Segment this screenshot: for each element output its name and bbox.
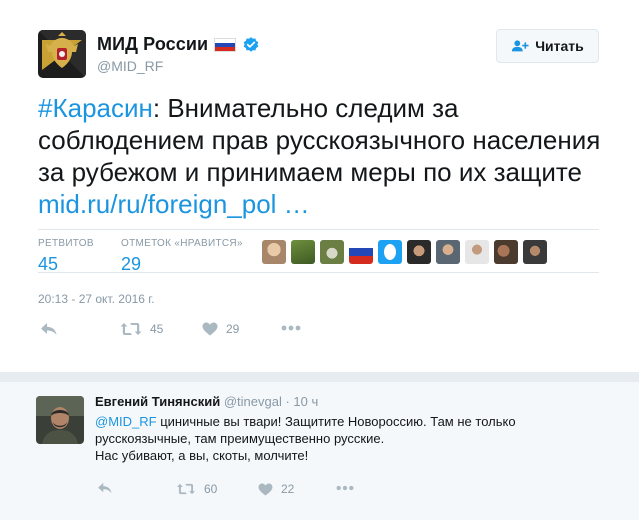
reply-avatar[interactable] (36, 396, 84, 444)
reply-line-1-text: циничные вы твари! Защитите Новороссию. … (156, 414, 516, 429)
reply-line-1: @MID_RF циничные вы твари! Защитите Ново… (95, 413, 615, 430)
likes-stat[interactable]: ОТМЕТОК «НРАВИТСЯ» 29 (121, 238, 243, 273)
liker-avatar[interactable] (349, 240, 373, 264)
account-avatar[interactable] (38, 30, 86, 78)
tweet-timestamp[interactable]: 20:13 - 27 окт. 2016 г. (38, 292, 155, 306)
add-user-icon (512, 40, 529, 52)
account-handle[interactable]: @MID_RF (97, 58, 163, 74)
reply-line-2: русскоязычные, там преимущественно русск… (95, 431, 385, 446)
reply-tweet[interactable]: Евгений Тинянский @tinevgal · 10 ч @MID_… (0, 382, 639, 520)
reply-line-3: Нас убивают, а вы, скоты, молчите! (95, 448, 309, 463)
like-action[interactable]: 29 (202, 322, 239, 336)
reply-like-action[interactable]: 22 (258, 482, 294, 496)
reply-header: Евгений Тинянский @tinevgal · 10 ч (95, 394, 318, 409)
user-photo-icon (36, 396, 84, 444)
liker-avatar[interactable] (320, 240, 344, 264)
reply-more-action[interactable] (336, 485, 354, 491)
retweet-icon (177, 483, 195, 495)
reply-action[interactable] (40, 322, 58, 336)
retweets-label: РЕТВИТОВ (38, 238, 94, 249)
liker-avatar[interactable] (494, 240, 518, 264)
engagement-stats: РЕТВИТОВ 45 ОТМЕТОК «НРАВИТСЯ» 29 (38, 229, 599, 273)
reply-like-count: 22 (281, 482, 295, 496)
liker-avatar[interactable] (262, 240, 286, 264)
likes-count: 29 (121, 254, 142, 274)
retweet-action[interactable]: 45 (120, 322, 163, 336)
more-action[interactable] (281, 325, 301, 331)
more-dots-icon (281, 325, 301, 331)
tweet-text: #Карасин: Внимательно следим за соблюден… (38, 92, 618, 220)
retweets-stat[interactable]: РЕТВИТОВ 45 (38, 238, 94, 273)
verified-badge-icon (243, 36, 259, 52)
retweet-icon (120, 323, 142, 335)
likes-label: ОТМЕТОК «НРАВИТСЯ» (121, 238, 243, 249)
liker-avatar[interactable] (436, 240, 460, 264)
reply-time[interactable]: · 10 ч (285, 394, 318, 409)
reply-icon (41, 323, 57, 335)
follow-button-label: Читать (535, 38, 584, 54)
reply-author-handle[interactable]: @tinevgal (224, 394, 282, 409)
hashtag-link[interactable]: #Карасин (38, 93, 153, 123)
more-dots-icon (336, 485, 354, 491)
reply-mention-link[interactable]: @MID_RF (95, 414, 157, 429)
retweet-count: 45 (150, 322, 164, 336)
liker-avatar[interactable] (378, 240, 402, 264)
url-link[interactable]: mid.ru/ru/foreign_pol … (38, 189, 310, 219)
reply-retweet-count: 60 (204, 482, 218, 496)
follow-button[interactable]: Читать (496, 29, 599, 63)
section-divider (0, 372, 639, 382)
heart-icon (258, 482, 273, 496)
coat-of-arms-icon (38, 30, 86, 78)
liker-avatar[interactable] (465, 240, 489, 264)
liker-avatar[interactable] (407, 240, 431, 264)
liker-avatar[interactable] (291, 240, 315, 264)
main-tweet: МИД России @MID_RF Читать #Карасин: Вним… (0, 0, 639, 372)
reply-icon (98, 482, 112, 494)
like-count: 29 (226, 322, 240, 336)
account-name-row: МИД России (97, 34, 260, 55)
liker-avatars (262, 240, 547, 264)
liker-avatar[interactable] (523, 240, 547, 264)
reply-text: @MID_RF циничные вы твари! Защитите Ново… (95, 413, 615, 464)
russia-flag-icon (214, 37, 237, 52)
retweets-count: 45 (38, 254, 59, 274)
heart-icon (202, 322, 218, 336)
display-name[interactable]: МИД России (97, 34, 208, 55)
reply-author-name[interactable]: Евгений Тинянский (95, 394, 220, 409)
reply-retweet-action[interactable]: 60 (176, 482, 217, 496)
reply-reply-action[interactable] (97, 482, 113, 494)
